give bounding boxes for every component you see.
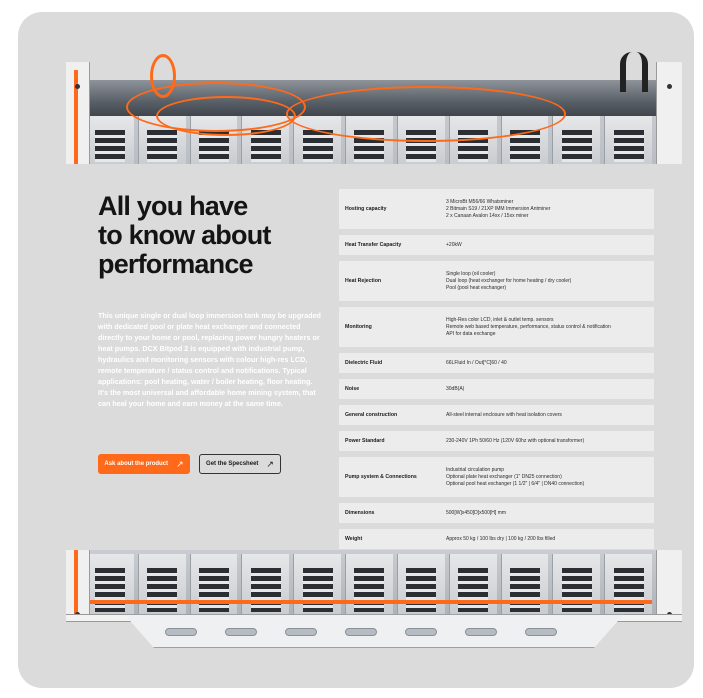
section-description: This unique single or dual loop immersio… [98,311,321,408]
spec-label: Monitoring [345,324,372,330]
spec-label: Noise [345,386,360,392]
spec-row: Dielectric Fluid 66LFluid In / Out[°C]60… [339,353,654,373]
spec-label: General construction [345,412,398,418]
spec-value: Single loop (oil cooler) Dual loop (heat… [446,270,572,291]
spec-value: 66LFluid In / Out[°C]60 / 40 [446,359,507,366]
get-specsheet-label: Get the Specsheet [206,461,259,467]
spec-value: Industrial circulation pump Optional pla… [446,466,585,487]
spec-row: Monitoring High-Res color LCD, inlet & o… [339,307,654,347]
spec-label: Dimensions [345,510,375,516]
spec-label: Pump system & Connections [345,474,417,480]
spec-row: Heat Transfer Capacity +20kW [339,235,654,255]
spec-value: +20kW [446,241,462,248]
arrow-up-right-icon: ↗ [176,458,184,469]
spec-label: Heat Transfer Capacity [345,242,402,248]
spec-row: Power Standard 230-240V 1Ph 50/60 Hz (12… [339,431,654,451]
get-specsheet-button[interactable]: Get the Specsheet ↗ [199,454,281,474]
spec-row: Weight Approx 50 kg / 100 lbs dry | 100 … [339,529,654,549]
immersion-tank-top-image [66,52,682,164]
ask-about-product-button[interactable]: Ask about the product ↗ [98,454,190,474]
spec-row: Pump system & Connections Industrial cir… [339,457,654,497]
spec-value: Approx 50 kg / 100 lbs dry | 100 kg / 20… [446,535,556,542]
spec-row: General construction All-steel internal … [339,405,654,425]
spec-row: Heat Rejection Single loop (oil cooler) … [339,261,654,301]
spec-value: 500[W]x450[D]x500[H] mm [446,509,507,516]
ask-about-product-label: Ask about the product [104,461,169,467]
spec-label: Heat Rejection [345,278,382,284]
spec-label: Weight [345,536,363,542]
arrow-up-right-icon: ↗ [266,458,274,469]
spec-value: High-Res color LCD, inlet & outlet temp.… [446,316,611,337]
spec-table: Hosting capacity 3 MicroBt M56/66 Whatsm… [339,189,654,555]
spec-value: 230-240V 1Ph 50/60 Hz (120V 60hz with op… [446,437,585,444]
spec-label: Hosting capacity [345,206,387,212]
spec-value: 30dB(A) [446,385,465,392]
performance-section: All you have to know about performance T… [18,12,694,688]
spec-row: Noise 30dB(A) [339,379,654,399]
immersion-tank-bottom-image [66,550,682,648]
spec-row: Hosting capacity 3 MicroBt M56/66 Whatsm… [339,189,654,229]
spec-label: Dielectric Fluid [345,360,383,366]
spec-value: 3 MicroBt M56/66 Whatsminer 2 Bitmain S1… [446,198,551,219]
spec-label: Power Standard [345,438,385,444]
spec-value: All-steel internal enclosure with heat i… [446,411,562,418]
spec-row: Dimensions 500[W]x450[D]x500[H] mm [339,503,654,523]
section-headline: All you have to know about performance [98,191,271,279]
